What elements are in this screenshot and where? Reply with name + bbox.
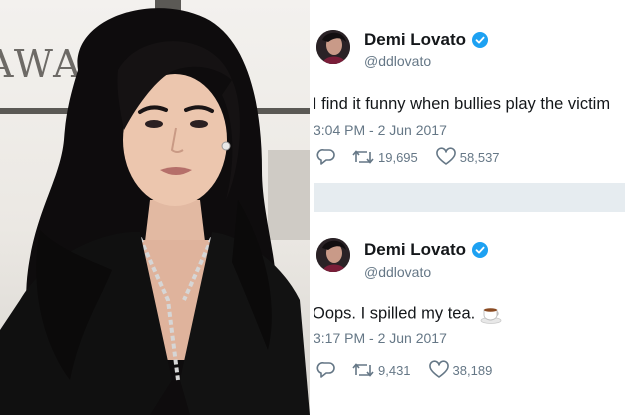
display-name[interactable]: Demi Lovato (364, 30, 466, 50)
reply-button[interactable] (316, 147, 336, 167)
portrait-illustration (0, 8, 310, 415)
tweet-collage: Demi Lovato @ddlovato I find it funny wh… (314, 0, 625, 415)
avatar[interactable] (316, 238, 350, 272)
like-count: 58,537 (459, 149, 500, 165)
retweet-count: 9,431 (378, 362, 411, 378)
avatar[interactable] (316, 30, 350, 64)
retweet-icon (352, 150, 374, 164)
avatar-image (316, 238, 350, 272)
verified-badge-icon (472, 242, 489, 258)
author-row: Demi Lovato (364, 240, 489, 260)
like-button[interactable]: 38,189 (428, 360, 493, 380)
tea-cup-icon (480, 308, 502, 324)
tweet-card: Demi Lovato @ddlovato Oops. I spilled my… (314, 212, 625, 415)
tweet-text-row: Oops. I spilled my tea. (314, 304, 502, 324)
tweet-card: Demi Lovato @ddlovato I find it funny wh… (314, 0, 625, 183)
heart-icon (428, 360, 449, 378)
reply-icon (316, 148, 335, 165)
verified-badge-icon (472, 32, 489, 48)
tweet-timestamp[interactable]: 3:04 PM - 2 Jun 2017 (314, 122, 447, 138)
user-handle[interactable]: @ddlovato (364, 264, 431, 280)
celebrity-photo: AWARDS (0, 0, 310, 415)
like-count: 38,189 (452, 362, 493, 378)
reply-button[interactable] (316, 360, 336, 380)
tweet-actions: 9,431 38,189 (314, 359, 492, 381)
display-name[interactable]: Demi Lovato (364, 240, 466, 260)
heart-icon (435, 147, 456, 165)
tweet-actions: 19,695 58,537 (314, 146, 500, 168)
retweet-button[interactable]: 19,695 (352, 147, 418, 167)
retweet-count: 19,695 (378, 149, 418, 165)
retweet-icon (352, 363, 374, 377)
tweet-text: I find it funny when bullies play the vi… (314, 95, 611, 113)
reply-icon (316, 361, 335, 378)
like-button[interactable]: 58,537 (435, 147, 500, 167)
author-row: Demi Lovato (364, 30, 489, 50)
avatar-image (316, 30, 350, 64)
tweet-timestamp[interactable]: 3:17 PM - 2 Jun 2017 (314, 330, 447, 346)
user-handle[interactable]: @ddlovato (364, 53, 431, 69)
retweet-button[interactable]: 9,431 (352, 360, 411, 380)
tweet-text: Oops. I spilled my tea. (314, 304, 476, 323)
